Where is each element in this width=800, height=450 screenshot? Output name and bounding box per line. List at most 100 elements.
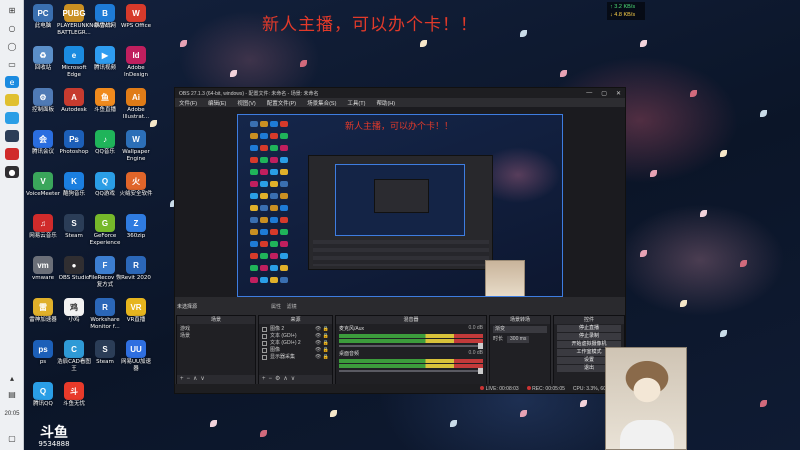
visibility-lock-icons[interactable]: 👁 🔒 xyxy=(315,354,329,361)
menu-help[interactable]: 帮助(H) xyxy=(376,99,395,107)
desktop-icon[interactable]: 鱼斗鱼直播 xyxy=(88,88,122,114)
app-icon: PUBG xyxy=(62,4,86,22)
preview-app-icon xyxy=(280,229,288,235)
live-indicator: LIVE: 00:08:03 xyxy=(480,385,519,392)
desktop-icon[interactable]: A Autodesk xyxy=(57,88,91,114)
desktop-icon[interactable]: Id Adobe InDesign xyxy=(119,46,153,78)
desktop-icon[interactable]: R Workshare Monitor f... xyxy=(88,298,122,330)
preview-app-icon xyxy=(270,145,278,151)
desktop-icon[interactable]: 斗斗鱼无忧 xyxy=(57,382,91,408)
volume-slider[interactable] xyxy=(339,343,483,349)
desktop-icon[interactable]: B 暴雪战网 xyxy=(88,4,122,30)
sources-toolbar[interactable]: +−⚙∧∨ xyxy=(259,375,332,384)
menu-scene-collection[interactable]: 场景集合(S) xyxy=(307,99,336,107)
desktop-icon[interactable]: ps ps xyxy=(26,340,60,366)
desktop-icon[interactable]: Ps Photoshop xyxy=(57,130,91,156)
obs-preview[interactable]: 新人主播，可以办个卡！！ xyxy=(237,114,563,297)
desktop-icon-label: 腾讯视频 xyxy=(93,65,116,71)
desktop-icon[interactable]: V VoiceMeeter xyxy=(26,172,60,198)
desktop-icon[interactable]: F FileRecov 恢复方式 xyxy=(88,256,122,288)
netease-music-icon[interactable] xyxy=(5,148,19,160)
desktop-icon[interactable]: S Steam xyxy=(57,214,91,240)
menu-profile[interactable]: 配置文件(P) xyxy=(267,99,296,107)
obs-icon[interactable]: ● xyxy=(5,166,19,178)
notification-icon[interactable]: ▢ xyxy=(5,432,19,444)
desktop-icon[interactable]: ▶ 腾讯视频 xyxy=(88,46,122,72)
app-icon: 鱼 xyxy=(95,88,115,106)
source-item[interactable]: 图像 2 👁 🔒 xyxy=(262,326,329,333)
stop-streaming-button[interactable]: 停止直播 xyxy=(557,325,621,332)
desktop-icon[interactable]: ♪ QQ音乐 xyxy=(88,130,122,156)
desktop-icon[interactable]: PC 此电脑 xyxy=(26,4,60,30)
desktop-icon[interactable]: W WPS Office xyxy=(119,4,153,30)
desktop-icon-label: 浩辰CAD看图王 xyxy=(57,359,91,372)
desktop-icon[interactable]: ♫ 网易云音乐 xyxy=(26,214,60,240)
properties-button[interactable]: 属性 xyxy=(271,304,281,310)
source-item[interactable]: 文本 (GDI+) 👁 🔒 xyxy=(262,333,329,340)
desktop-icon[interactable]: Ai Adobe Illustrat... xyxy=(119,88,153,120)
desktop-icon[interactable]: G GeForce Experience xyxy=(88,214,122,246)
desktop-icon[interactable]: ♻ 回收站 xyxy=(26,46,60,72)
source-item[interactable]: 显示器采集 👁 🔒 xyxy=(262,354,329,361)
desktop-icon[interactable]: PUBG PLAYERUNKNOWN'S BATTLEGR... xyxy=(57,4,112,36)
source-item[interactable]: 文本 (GDI+) 2 👁 🔒 xyxy=(262,340,329,347)
windows-icon[interactable]: ⊞ xyxy=(5,4,19,16)
desktop-icon[interactable]: Q 腾讯QQ xyxy=(26,382,60,408)
steam-icon[interactable] xyxy=(5,130,19,142)
duration-input[interactable]: 300 ms xyxy=(507,336,530,343)
filters-button[interactable]: 滤镜 xyxy=(287,304,297,310)
desktop-icon[interactable]: vm vmware xyxy=(26,256,60,282)
menu-file[interactable]: 文件(F) xyxy=(179,99,197,107)
network-icon[interactable]: ▤ xyxy=(5,388,19,400)
desktop-icon[interactable]: ⚙ 控制面板 xyxy=(26,88,60,114)
desktop-icon[interactable]: 鸡小鸡 xyxy=(57,298,91,324)
desktop-icon[interactable]: Q QQ游戏 xyxy=(88,172,122,198)
search-icon[interactable]: ○ xyxy=(5,22,19,34)
menu-edit[interactable]: 编辑(E) xyxy=(208,99,226,107)
desktop-icon[interactable]: 雷雷神加速器 xyxy=(26,298,60,324)
close-icon[interactable]: ✕ xyxy=(616,90,621,97)
desktop-icon[interactable]: Z 360zip xyxy=(119,214,153,240)
preview-app-icon xyxy=(250,241,258,247)
visibility-lock-icons[interactable]: 👁 🔒 xyxy=(315,340,329,347)
menu-view[interactable]: 视图(V) xyxy=(237,99,255,107)
task-view-icon[interactable]: ▭ xyxy=(5,58,19,70)
desktop-icon[interactable]: VR VR直播 xyxy=(119,298,153,324)
desktop-icon[interactable]: ● OBS Studio xyxy=(57,256,91,282)
chrome-icon[interactable] xyxy=(5,94,19,106)
desktop-icon[interactable]: S Steam xyxy=(88,340,122,366)
menu-tools[interactable]: 工具(T) xyxy=(347,99,365,107)
cortana-icon[interactable]: ◯ xyxy=(5,40,19,52)
desktop-icon[interactable]: R Revit 2020 xyxy=(119,256,153,282)
visibility-lock-icons[interactable]: 👁 🔒 xyxy=(315,333,329,340)
app-icon: 斗 xyxy=(64,382,84,400)
desktop-icon[interactable]: W Wallpaper Engine xyxy=(119,130,153,162)
desktop-icon-label: Revit 2020 xyxy=(121,275,151,281)
edge-icon[interactable]: e xyxy=(5,76,19,88)
source-name: 文本 (GDI+) xyxy=(270,333,297,339)
preview-app-icon xyxy=(280,169,288,175)
desktop-icon[interactable]: C 浩辰CAD看图王 xyxy=(57,340,91,372)
visibility-lock-icons[interactable]: 👁 🔒 xyxy=(315,347,329,354)
desktop-icon[interactable]: 会腾讯会议 xyxy=(26,130,60,156)
source-name: 文本 (GDI+) 2 xyxy=(270,340,301,346)
minimize-icon[interactable]: — xyxy=(586,90,592,97)
audio-meter xyxy=(339,339,483,343)
scenes-toolbar[interactable]: +−∧∨ xyxy=(177,375,255,384)
desktop-icon[interactable]: 火火绒安全软件 xyxy=(119,172,153,198)
controls-title: 控件 xyxy=(554,316,624,324)
tray-icon[interactable]: ▴ xyxy=(5,372,19,384)
volume-slider[interactable] xyxy=(339,368,483,374)
desktop-icon[interactable]: K 酷狗音乐 xyxy=(57,172,91,198)
desktop-icon[interactable]: UU 网易UU加速器 xyxy=(119,340,153,372)
source-item[interactable]: 图像 👁 🔒 xyxy=(262,347,329,354)
visibility-lock-icons[interactable]: 👁 🔒 xyxy=(315,326,329,333)
transition-select[interactable]: 渐变 xyxy=(493,326,547,333)
desktop-icon[interactable]: e Microsoft Edge xyxy=(57,46,91,78)
scene-item[interactable]: 场景 xyxy=(180,333,252,340)
stop-recording-button[interactable]: 停止录制 xyxy=(557,333,621,340)
scene-item[interactable]: 游戏 xyxy=(180,326,252,333)
qq-icon[interactable] xyxy=(5,112,19,124)
maximize-icon[interactable]: ▢ xyxy=(601,90,607,97)
desktop-icon-label: 斗鱼直播 xyxy=(93,107,116,113)
